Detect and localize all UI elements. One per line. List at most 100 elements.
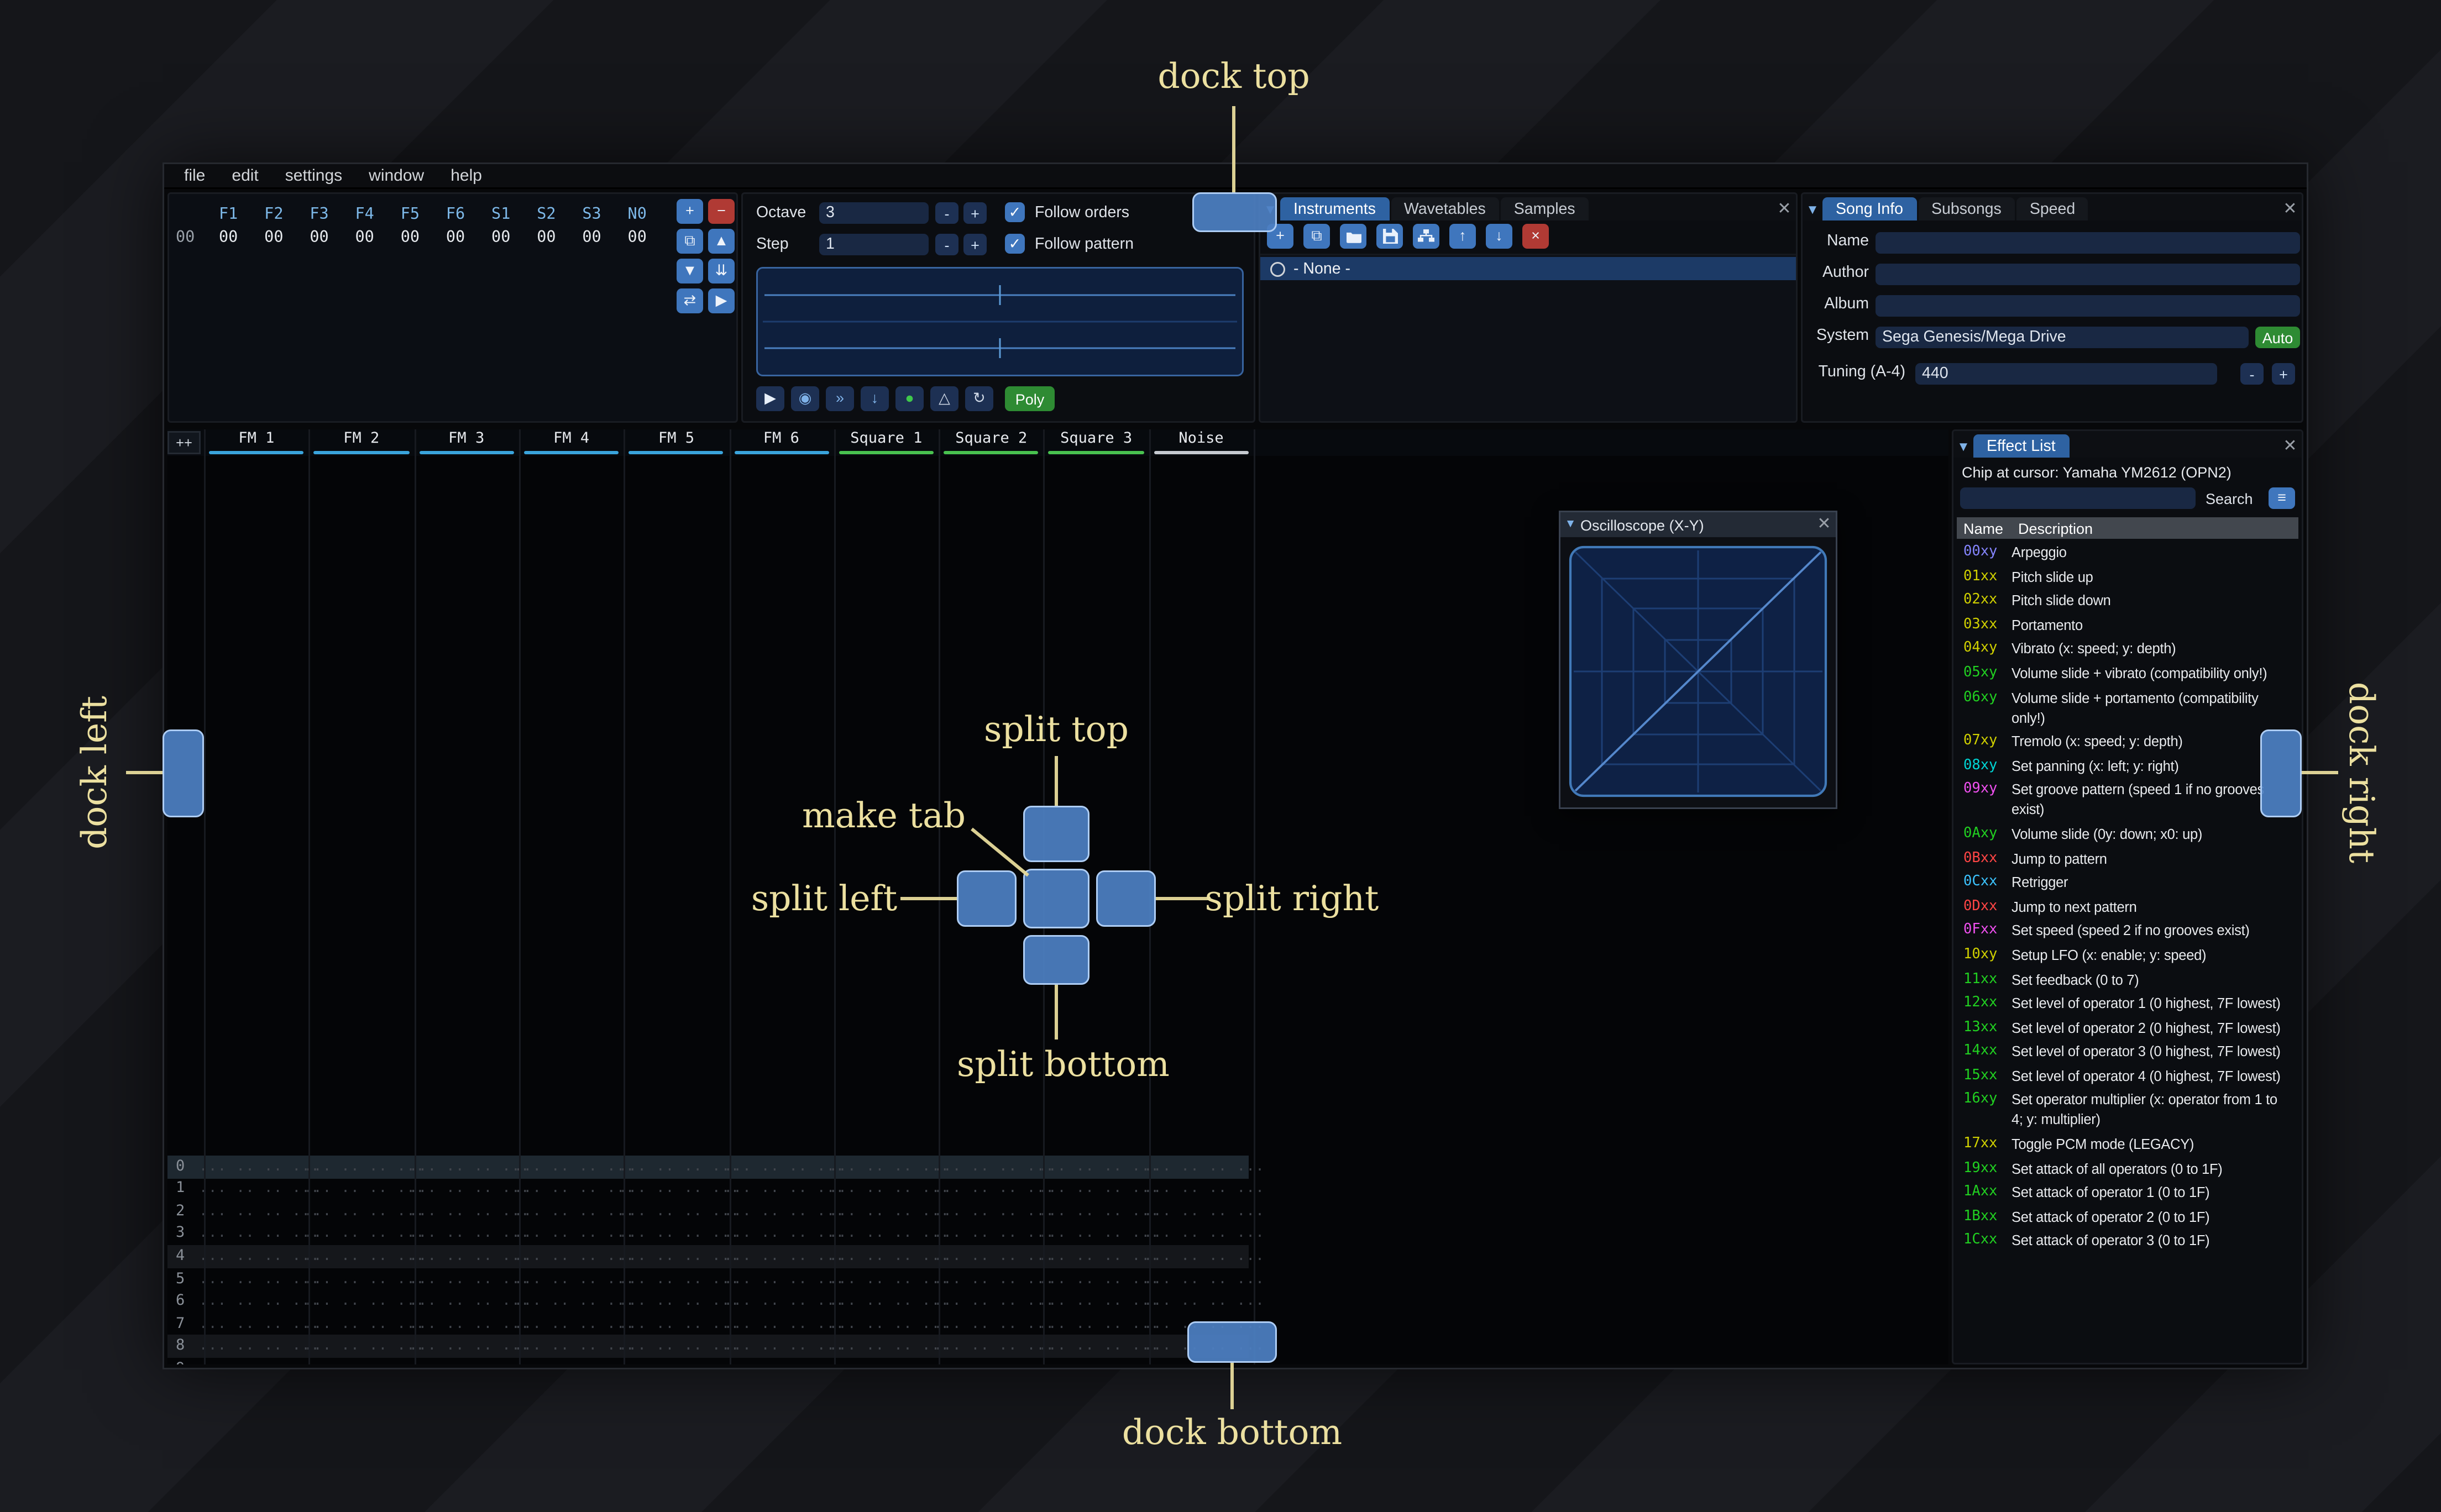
pattern-cell[interactable]: ... .. .. ...	[829, 1204, 949, 1220]
pattern-cell[interactable]: ... .. .. ...	[724, 1271, 845, 1288]
tab-instruments[interactable]: Instruments	[1280, 197, 1389, 221]
pattern-cell[interactable]: ... .. .. ...	[514, 1226, 635, 1242]
dock-target-top[interactable]	[1192, 192, 1277, 232]
effect-search-input[interactable]	[1960, 487, 2196, 509]
pattern-cell[interactable]: ... .. .. ...	[514, 1316, 635, 1332]
close-icon[interactable]: ✕	[2278, 434, 2302, 458]
author-input[interactable]	[1876, 264, 2300, 285]
effect-row[interactable]: 15xx Set level of operator 4 (0 highest, …	[1957, 1066, 2298, 1086]
close-icon[interactable]: ✕	[2278, 197, 2302, 221]
save-instrument-button[interactable]	[1376, 224, 1403, 249]
pattern-cell[interactable]: ... .. .. ...	[409, 1293, 530, 1310]
split-target-bottom[interactable]	[1023, 935, 1089, 985]
pattern-cell[interactable]: ... .. .. ...	[829, 1248, 949, 1265]
effect-row[interactable]: 09xy Set groove pattern (speed 1 if no gr…	[1957, 780, 2298, 820]
effect-row[interactable]: 1Axx Set attack of operator 1 (0 to 1F)	[1957, 1183, 2298, 1203]
pattern-cell[interactable]: ... .. .. ...	[304, 1271, 425, 1288]
pattern-cell[interactable]: ... .. .. ...	[409, 1248, 530, 1265]
effect-row[interactable]: 17xx Toggle PCM mode (LEGACY)	[1957, 1134, 2298, 1154]
pattern-cell[interactable]: ... .. .. ...	[829, 1316, 949, 1332]
effect-row[interactable]: 19xx Set attack of all operators (0 to 1F…	[1957, 1158, 2298, 1178]
pattern-cell[interactable]: ... .. .. ...	[199, 1361, 319, 1364]
close-icon[interactable]: ✕	[1813, 513, 1836, 537]
order-cell[interactable]: 00	[582, 229, 627, 247]
effect-row[interactable]: 16xy Set operator multiplier (x: operator…	[1957, 1090, 2298, 1130]
pattern-cell[interactable]: ... .. .. ...	[1144, 1271, 1264, 1288]
effect-row[interactable]: 1Cxx Set attack of operator 3 (0 to 1F)	[1957, 1231, 2298, 1251]
repeat-pattern-button[interactable]: ↻	[965, 386, 993, 411]
effect-row[interactable]: 00xy Arpeggio	[1957, 542, 2298, 562]
pattern-cell[interactable]: ... .. .. ...	[724, 1293, 845, 1310]
album-input[interactable]	[1876, 295, 2300, 317]
pattern-cell[interactable]: ... .. .. ...	[514, 1204, 635, 1220]
follow-pattern-checkbox[interactable]: ✓	[1005, 234, 1025, 254]
order-cell[interactable]: 00	[401, 229, 446, 247]
orders-row[interactable]: 00 00 00 00 00 00 00 00 00 00 00	[176, 229, 673, 247]
pattern-row-3[interactable]: 3... .. .. ...... .. .. ...... .. .. ...…	[167, 1223, 1264, 1246]
tab-list-arrow-icon[interactable]: ▼	[1953, 434, 1973, 458]
pattern-cell[interactable]: ... .. .. ...	[724, 1361, 845, 1364]
pattern-cell[interactable]: ... .. .. ...	[514, 1158, 635, 1175]
pattern-cell[interactable]: ... .. .. ...	[724, 1226, 845, 1242]
pattern-cell[interactable]: ... .. .. ...	[724, 1204, 845, 1220]
tuning-increase-button[interactable]: +	[2272, 363, 2295, 385]
pattern-cell[interactable]: ... .. .. ...	[1039, 1338, 1159, 1355]
pattern-cell[interactable]: ... .. .. ...	[1144, 1248, 1264, 1265]
effect-row[interactable]: 13xx Set level of operator 2 (0 highest, …	[1957, 1017, 2298, 1037]
pattern-cell[interactable]: ... .. .. ...	[619, 1271, 740, 1288]
pattern-cell[interactable]: ... .. .. ...	[514, 1293, 635, 1310]
delete-instrument-button[interactable]: ×	[1522, 224, 1549, 249]
pattern-cell[interactable]: ... .. .. ...	[1039, 1204, 1159, 1220]
effect-row[interactable]: 10xy Setup LFO (x: enable; y: speed)	[1957, 945, 2298, 965]
pattern-cell[interactable]: ... .. .. ...	[199, 1226, 319, 1242]
pattern-cell[interactable]: ... .. .. ...	[304, 1316, 425, 1332]
effect-row[interactable]: 06xy Volume slide + portamento (compatibi…	[1957, 687, 2298, 727]
order-cell[interactable]: 00	[628, 229, 673, 247]
pattern-row-6[interactable]: 6... .. .. ...... .. .. ...... .. .. ...…	[167, 1290, 1264, 1313]
pattern-cell[interactable]: ... .. .. ...	[199, 1204, 319, 1220]
order-cell[interactable]: 00	[219, 229, 264, 247]
dock-target-left[interactable]	[163, 729, 204, 817]
pattern-cell[interactable]: ... .. .. ...	[619, 1181, 740, 1198]
menu-help[interactable]: help	[451, 167, 482, 185]
order-cell[interactable]: 00	[446, 229, 491, 247]
pattern-cell[interactable]: ... .. .. ...	[1039, 1361, 1159, 1364]
pattern-cell[interactable]: ... .. .. ...	[619, 1338, 740, 1355]
pattern-cell[interactable]: ... .. .. ...	[619, 1361, 740, 1364]
effect-row[interactable]: 01xx Pitch slide up	[1957, 566, 2298, 586]
pattern-row-0[interactable]: 0... .. .. ...... .. .. ...... .. .. ...…	[167, 1156, 1264, 1178]
pattern-cell[interactable]: ... .. .. ...	[199, 1338, 319, 1355]
pattern-cell[interactable]: ... .. .. ...	[934, 1181, 1054, 1198]
effect-row[interactable]: 11xx Set feedback (0 to 7)	[1957, 969, 2298, 989]
poly-toggle-button[interactable]: Poly	[1005, 386, 1055, 411]
split-target-top[interactable]	[1023, 806, 1089, 862]
effect-row[interactable]: 07xy Tremolo (x: speed; y: depth)	[1957, 731, 2298, 751]
pattern-cell[interactable]: ... .. .. ...	[1144, 1293, 1264, 1310]
pattern-cell[interactable]: ... .. .. ...	[724, 1248, 845, 1265]
order-cell[interactable]: 00	[264, 229, 310, 247]
tuning-input[interactable]: 440	[1915, 363, 2217, 385]
menu-edit[interactable]: edit	[232, 167, 258, 185]
pattern-row-7[interactable]: 7... .. .. ...... .. .. ...... .. .. ...…	[167, 1313, 1264, 1336]
pattern-cell[interactable]: ... .. .. ...	[1144, 1181, 1264, 1198]
make-tab-target[interactable]	[1023, 869, 1089, 928]
split-target-left[interactable]	[957, 870, 1017, 927]
pattern-cell[interactable]: ... .. .. ...	[829, 1226, 949, 1242]
tab-wavetables[interactable]: Wavetables	[1390, 197, 1499, 221]
pattern-cell[interactable]: ... .. .. ...	[829, 1361, 949, 1364]
pattern-cell[interactable]: ... .. .. ...	[934, 1338, 1054, 1355]
step-decrease-button[interactable]: -	[935, 234, 958, 255]
pattern-cell[interactable]: ... .. .. ...	[619, 1316, 740, 1332]
pattern-row-2[interactable]: 2... .. .. ...... .. .. ...... .. .. ...…	[167, 1200, 1264, 1223]
effect-row[interactable]: 05xy Volume slide + vibrato (compatibilit…	[1957, 663, 2298, 683]
oscilloscope-xy-window[interactable]: ▼ Oscilloscope (X-Y) ✕	[1559, 511, 1837, 809]
instrument-list-item[interactable]: - None -	[1260, 257, 1796, 280]
octave-input[interactable]: 3	[819, 202, 929, 224]
pattern-cell[interactable]: ... .. .. ...	[619, 1226, 740, 1242]
pattern-cell[interactable]: ... .. .. ...	[829, 1181, 949, 1198]
pattern-cell[interactable]: ... .. .. ...	[409, 1226, 530, 1242]
pattern-cell[interactable]: ... .. .. ...	[1144, 1226, 1264, 1242]
pattern-row-1[interactable]: 1... .. .. ...... .. .. ...... .. .. ...…	[167, 1178, 1264, 1201]
play-once-button[interactable]: »	[826, 386, 854, 411]
pattern-cell[interactable]: ... .. .. ...	[829, 1158, 949, 1175]
